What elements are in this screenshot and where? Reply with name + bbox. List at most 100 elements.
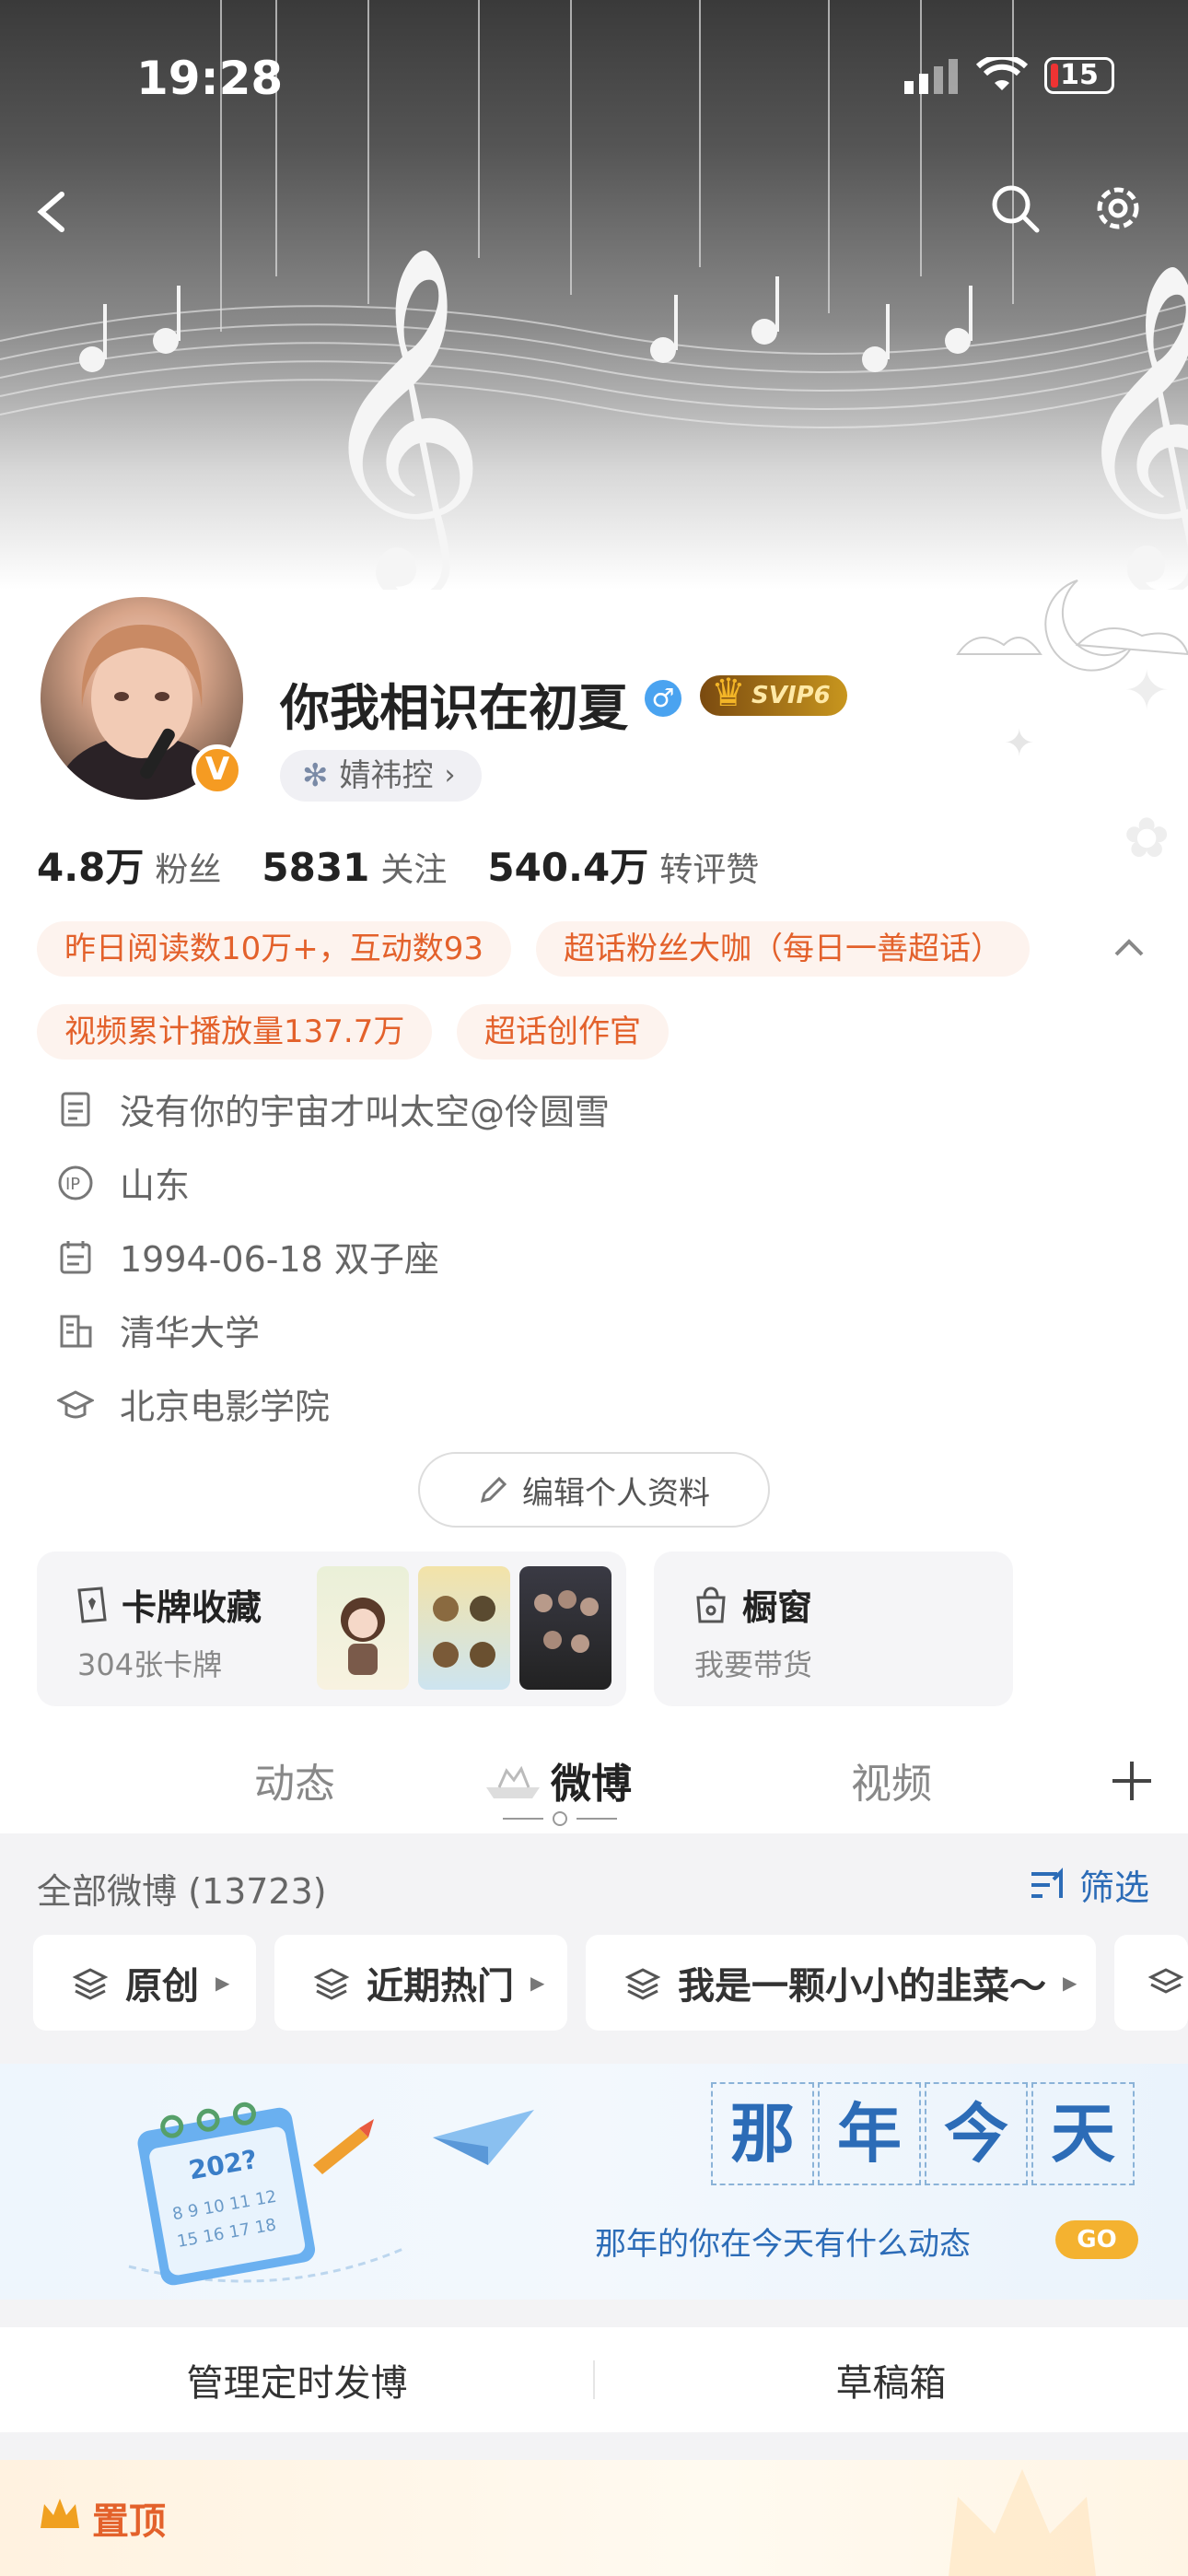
chip-custom-group-label: 我是一颗小小的韭菜～: [678, 1965, 1046, 2008]
document-icon: [55, 1089, 96, 1130]
card-collection-title: 卡牌收藏: [122, 1587, 262, 1628]
followers-count: 4.8万: [37, 845, 145, 890]
card-thumb-1: [317, 1566, 409, 1690]
edit-profile-label: 编辑个人资料: [522, 1474, 710, 1512]
stat-interactions[interactable]: 540.4万 转评赞: [487, 837, 759, 893]
gender-male-icon: ♂: [645, 680, 681, 717]
pencil-icon: [480, 1476, 507, 1504]
graduation-cap-icon: [55, 1384, 96, 1424]
svg-text:✦: ✦: [1124, 659, 1170, 723]
svg-text:IP: IP: [65, 1175, 80, 1194]
crown-icon: ♛: [711, 670, 746, 715]
drafts-button[interactable]: 草稿箱: [594, 2327, 1188, 2432]
stat-followers[interactable]: 4.8万 粉丝: [37, 837, 221, 893]
following-label: 关注: [380, 851, 448, 889]
section-divider: [0, 2300, 1188, 2327]
layers-icon: [72, 1968, 109, 2000]
tag-video-plays[interactable]: 视频累计播放量137.7万: [37, 1004, 433, 1060]
back-button[interactable]: [17, 175, 90, 249]
layers-icon: [313, 1968, 350, 2000]
info-bio: 没有你的宇宙才叫太空@伶圆雪: [55, 1083, 610, 1134]
verified-badge: V: [192, 744, 243, 796]
gear-icon: [1097, 187, 1139, 229]
feed-count: 全部微博 (13723): [37, 1871, 327, 1912]
battery-icon: 15: [1044, 57, 1114, 94]
caret-right-icon: ▶: [530, 1972, 545, 1994]
followers-label: 粉丝: [155, 851, 222, 889]
collapse-button[interactable]: [1111, 929, 1157, 975]
card-collection[interactable]: 卡牌收藏 304张卡牌: [37, 1551, 626, 1706]
settings-button[interactable]: [1081, 171, 1155, 245]
birthday-text: 1994-06-18 双子座: [120, 1239, 439, 1280]
tag-reads[interactable]: 昨日阅读数10万+，互动数93: [37, 921, 512, 977]
caret-right-icon: ▶: [215, 1972, 230, 1994]
chip-original[interactable]: 原创 ▶: [33, 1935, 256, 2031]
card-collection-subtitle: 304张卡牌: [77, 1647, 223, 1682]
tag-creator[interactable]: 超话创作官: [457, 1004, 669, 1060]
svg-text:𝄞: 𝄞: [313, 243, 487, 590]
post-actions-bar: 管理定时发博 草稿箱: [0, 2327, 1188, 2432]
tab-active-indicator: [503, 1811, 617, 1826]
filter-icon: [1031, 1867, 1063, 1898]
bio-text: 没有你的宇宙才叫太空@伶圆雪: [120, 1092, 611, 1132]
filter-button[interactable]: 筛选: [1030, 1859, 1149, 1910]
card-shop[interactable]: 橱窗 我要带货: [654, 1551, 1013, 1706]
layers-icon: [624, 1968, 661, 2000]
pinned-label: 置顶: [92, 2500, 166, 2543]
filter-label: 筛选: [1079, 1868, 1150, 1908]
search-button[interactable]: [978, 171, 1052, 245]
layers-icon: [1147, 1968, 1184, 1994]
edit-profile-button[interactable]: 编辑个人资料: [418, 1452, 770, 1528]
shop-bag-icon: [696, 1587, 726, 1623]
fan-club-chip[interactable]: ✻ 婧祎控 ›: [280, 750, 482, 802]
profile-page: 𝄞 𝄞 19:28 15 ✦ ✦ ✿ V 你我相识在初夏 ♂ ♛ SVIP6 ✻…: [0, 0, 1188, 2576]
add-tab-icon[interactable]: [1109, 1758, 1155, 1804]
caret-right-icon: ▶: [1063, 1972, 1077, 1994]
crown-icon: [41, 2499, 79, 2528]
tab-weibo[interactable]: 微博: [551, 1751, 632, 1809]
card-shop-subtitle: 我要带货: [694, 1647, 813, 1682]
odt-go-button[interactable]: GO: [1055, 2220, 1138, 2259]
svg-text:✿: ✿: [1124, 806, 1170, 866]
chip-original-label: 原创: [125, 1965, 199, 2008]
tag-supertopic-fan[interactable]: 超话粉丝大咖（每日一善超话）: [536, 921, 1030, 977]
profile-tabs: 动态 微博 视频: [0, 1732, 1188, 1833]
paper-plane-icon: [433, 2110, 534, 2165]
pinned-header: 置顶: [0, 2460, 1188, 2576]
company-text: 清华大学: [120, 1313, 261, 1353]
calendar-icon: [55, 1236, 96, 1277]
snowflake-icon: ✻: [302, 757, 329, 794]
status-indicators: 15: [904, 57, 1114, 94]
stat-following[interactable]: 5831 关注: [262, 843, 447, 891]
interactions-count: 540.4万: [487, 845, 649, 890]
status-time: 19:28: [136, 52, 284, 105]
following-count: 5831: [262, 845, 370, 890]
weibo-tab-icon: [486, 1765, 540, 1798]
chip-custom-group[interactable]: 我是一颗小小的韭菜～ ▶: [586, 1935, 1096, 2031]
odt-char-3: 今: [925, 2082, 1028, 2185]
scheduled-posts-button[interactable]: 管理定时发博: [0, 2327, 594, 2432]
pinned-section: 置顶: [0, 2432, 1188, 2576]
chevron-right-icon: ›: [444, 759, 456, 791]
chip-trending[interactable]: 近期热门 ▶: [274, 1935, 567, 2031]
tab-dynamic[interactable]: 动态: [254, 1751, 335, 1809]
tab-video[interactable]: 视频: [851, 1751, 932, 1809]
profile-stats: 4.8万 粉丝 5831 关注 540.4万 转评赞: [37, 837, 759, 893]
moon-decoration: ✦ ✦ ✿: [956, 580, 1188, 866]
school-text: 北京电影学院: [120, 1387, 331, 1427]
ip-icon: IP: [55, 1163, 96, 1203]
card-shop-title: 橱窗: [742, 1587, 813, 1628]
chip-more[interactable]: [1114, 1935, 1188, 2031]
odt-char-1: 那: [711, 2082, 814, 2185]
on-this-day-banner[interactable]: 202? 8 9 10 11 12 15 16 17 18 那 年 今 天 那年…: [0, 2064, 1188, 2300]
info-school: 北京电影学院: [55, 1378, 330, 1429]
svg-text:𝄞: 𝄞: [1068, 260, 1188, 590]
svip-badge[interactable]: ♛ SVIP6: [700, 670, 847, 716]
chevron-up-icon: [1114, 939, 1144, 956]
info-company: 清华大学: [55, 1305, 260, 1355]
svip-level: SVIP6: [751, 682, 831, 709]
wifi-icon: [976, 57, 1028, 90]
svg-text:✦: ✦: [1004, 722, 1035, 765]
back-arrow-icon: [37, 192, 64, 232]
card-collection-icon: [77, 1587, 107, 1623]
